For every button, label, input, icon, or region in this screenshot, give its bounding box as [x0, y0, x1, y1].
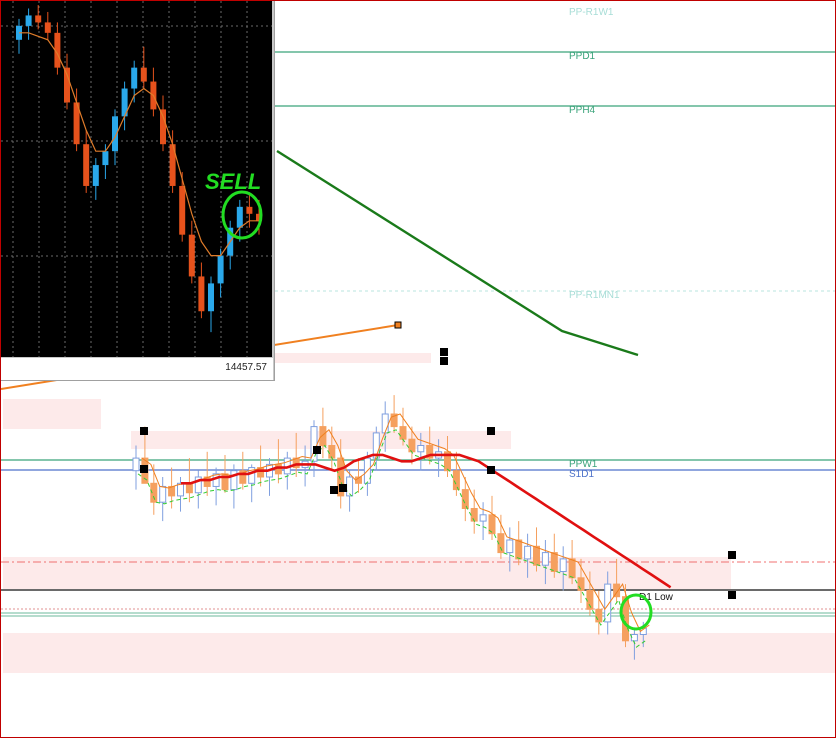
inset-footer: 14457.57 [1, 358, 273, 380]
inset-candle-body [188, 234, 195, 277]
candle-body [417, 445, 425, 453]
candle-body [346, 476, 354, 497]
inset-candle-body [217, 255, 224, 284]
ma-green-line [276, 149, 639, 357]
inset-candle-body [131, 67, 138, 89]
inset-price-label: 14457.57 [225, 362, 267, 373]
inset-candle-body [25, 15, 32, 26]
level-label: S1D1 [569, 469, 594, 480]
candle-body [595, 608, 603, 623]
sr-zone [3, 399, 101, 429]
sr-zone [271, 353, 431, 363]
candle-body [461, 489, 469, 510]
level-label: PP-R1W1 [569, 7, 614, 18]
marker-square [728, 591, 736, 599]
inset-candle-body [179, 185, 186, 235]
candle-body [470, 508, 478, 522]
candle-body [550, 552, 558, 572]
candle-body [185, 482, 193, 494]
inset-candle-body [140, 67, 147, 82]
candle-body [319, 426, 327, 447]
inset-candle-body [160, 109, 166, 145]
candle-body [533, 545, 540, 566]
marker-square [330, 486, 338, 494]
candle-body [381, 413, 389, 434]
candle-body [328, 445, 336, 459]
marker-square [440, 357, 448, 365]
sell-annotation: SELL [205, 169, 261, 194]
marker-square [487, 466, 495, 474]
inset-candle-body [208, 283, 214, 312]
inset-candle-body [44, 22, 51, 33]
marker-square [339, 484, 347, 492]
candle-body [479, 514, 487, 522]
inset-candle-body [35, 15, 42, 23]
trend-handle [394, 321, 402, 329]
marker-square [140, 465, 148, 473]
inset-candle-body [246, 206, 253, 214]
level-label: PPH4 [569, 105, 596, 116]
candle-body [524, 545, 532, 560]
inset-chart-panel: SELL 14457.57 [1, 1, 275, 381]
marker-square [440, 348, 448, 356]
marker-square [140, 427, 148, 435]
candle-body [577, 577, 585, 591]
inset-candle-body [102, 151, 109, 166]
inset-candle-body [236, 206, 243, 228]
candle-body [159, 485, 167, 503]
candle-body [541, 552, 549, 566]
chart-window: PP-R1W1 PPD1 PPH4 PP-R1MN1 PPW1 S1D1 D1 Low SE… [0, 0, 836, 738]
inset-candle-body [64, 67, 70, 103]
inset-candle-body [83, 144, 90, 186]
sr-zone [3, 633, 835, 673]
candle-body [452, 470, 460, 491]
inset-chart[interactable]: SELL [1, 1, 272, 357]
marker-square [728, 551, 736, 559]
candle-body [132, 457, 140, 472]
inset-candle-body [198, 276, 205, 312]
inset-candle-body [92, 165, 99, 186]
level-label: PP-R1MN1 [569, 290, 620, 301]
candle-body [506, 539, 514, 554]
candle-body [515, 539, 523, 560]
candle-body [559, 558, 567, 573]
candle-body [399, 426, 407, 440]
level-label: PPD1 [569, 51, 596, 62]
candle-body [408, 438, 416, 453]
marker-square [487, 427, 495, 435]
candle-body [568, 558, 576, 579]
marker-square [313, 446, 321, 454]
